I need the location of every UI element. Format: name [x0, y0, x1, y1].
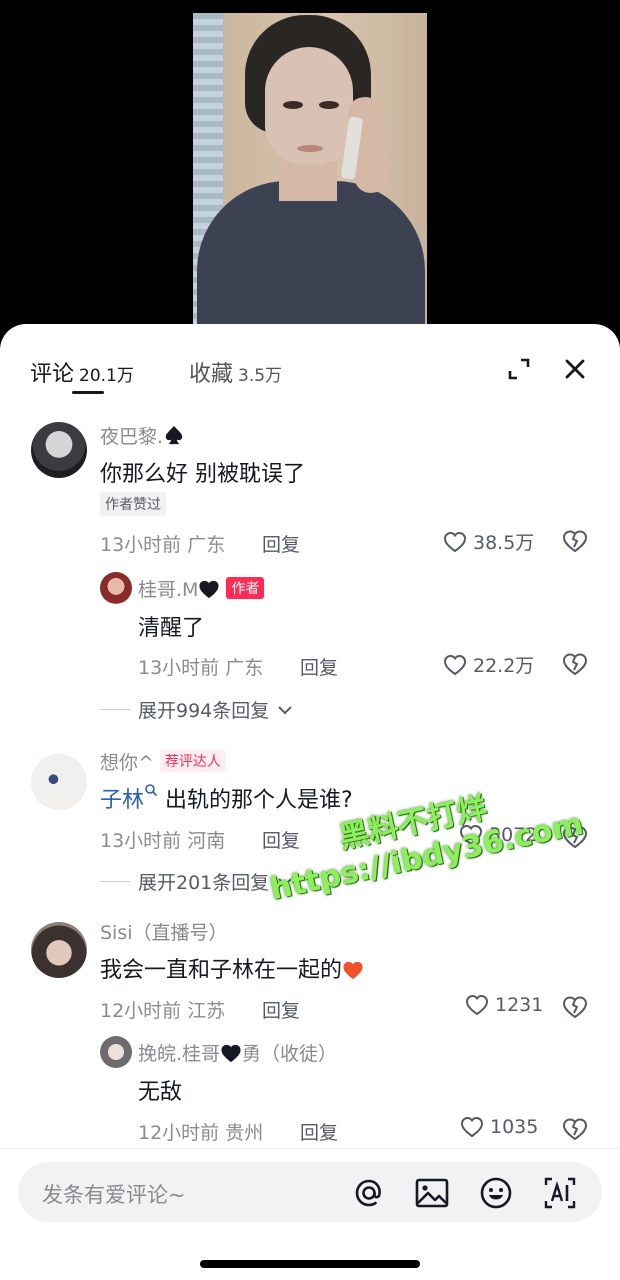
comment-username[interactable]: Sisi（直播号） — [100, 918, 228, 945]
black-heart-icon — [221, 1044, 241, 1063]
heart-outline-icon — [460, 1116, 484, 1138]
reply-button[interactable]: 回复 — [262, 530, 300, 557]
tab-comments[interactable]: 评论 20.1万 — [30, 356, 134, 388]
author-badge: 作者 — [226, 577, 265, 599]
dislike-icon[interactable] — [562, 528, 588, 554]
comment-meta: 13小时前 河南 — [100, 830, 226, 852]
comment-username[interactable]: 夜巴黎. — [100, 422, 185, 449]
emoji-icon[interactable] — [478, 1175, 514, 1211]
comment-username[interactable]: 想你^ 荐评达人 — [100, 748, 226, 775]
search-icon — [145, 784, 158, 797]
image-icon[interactable] — [414, 1175, 450, 1211]
tab-favorites-count: 3.5万 — [238, 366, 283, 386]
avatar[interactable] — [100, 572, 132, 604]
spade-icon — [165, 425, 183, 445]
red-heart-emoji — [343, 961, 363, 980]
reply-meta: 13小时前 广东 — [138, 657, 264, 679]
comment-text: 子林 出轨的那个人是谁? — [100, 782, 353, 814]
avatar[interactable] — [31, 754, 87, 810]
comment-meta: 12小时前 江苏 — [100, 1000, 226, 1022]
comment-input[interactable]: 发条有爱评论~ — [18, 1162, 602, 1222]
like-count: 3072 — [489, 824, 538, 846]
reply-username[interactable]: 桂哥.M 作者 — [138, 575, 265, 602]
dislike-icon[interactable] — [562, 824, 588, 850]
tab-active-indicator — [72, 391, 104, 394]
heart-outline-icon — [443, 531, 467, 552]
like-button[interactable]: 22.2万 — [443, 651, 534, 678]
expand-replies-label: 展开201条回复 — [138, 872, 270, 894]
reply-username[interactable]: 挽皖.桂哥 勇（收徒） — [138, 1039, 337, 1066]
expand-replies-button[interactable]: 展开994条回复 — [100, 696, 295, 723]
tab-comments-label: 评论 — [30, 362, 75, 387]
reply-button[interactable]: 回复 — [300, 653, 338, 680]
dislike-icon[interactable] — [562, 994, 588, 1020]
black-heart-icon — [199, 580, 219, 599]
tab-bar: 评论 20.1万 收藏 3.5万 — [0, 324, 620, 396]
reply-meta: 12小时前 贵州 — [138, 1122, 264, 1144]
heart-outline-icon — [443, 654, 467, 675]
video-player[interactable] — [0, 0, 620, 340]
avatar[interactable] — [31, 422, 87, 478]
comment-meta: 13小时前 广东 — [100, 534, 226, 556]
avatar[interactable] — [31, 922, 87, 978]
expand-replies-label: 展开994条回复 — [138, 700, 270, 722]
comment-sheet: 评论 20.1万 收藏 3.5万 夜巴黎. 你那么好 别被耽误了 作者赞过 13小时… — [0, 324, 620, 1280]
tab-favorites-label: 收藏 — [189, 362, 234, 387]
video-thumbnail — [193, 13, 427, 340]
chevron-down-icon — [278, 705, 292, 714]
like-count: 1035 — [490, 1116, 539, 1138]
dislike-icon[interactable] — [562, 1116, 588, 1142]
like-count: 22.2万 — [473, 655, 535, 677]
recommend-badge: 荐评达人 — [159, 750, 226, 772]
avatar[interactable] — [100, 1036, 132, 1068]
comment-input-bar: 发条有爱评论~ — [0, 1148, 620, 1280]
mention-link[interactable]: 子林 — [100, 788, 144, 813]
tab-favorites[interactable]: 收藏 3.5万 — [189, 356, 282, 388]
comment-text: 你那么好 别被耽误了 — [100, 462, 305, 487]
reply-button[interactable]: 回复 — [300, 1118, 338, 1145]
tab-comments-count: 20.1万 — [79, 366, 134, 386]
ai-icon[interactable] — [542, 1175, 578, 1211]
home-indicator — [200, 1260, 420, 1268]
comment-input-placeholder: 发条有爱评论~ — [42, 1183, 186, 1207]
dislike-icon[interactable] — [562, 651, 588, 677]
like-count: 1231 — [495, 994, 544, 1016]
expand-replies-button[interactable]: 展开201条回复 — [100, 868, 295, 895]
reply-text: 清醒了 — [138, 616, 205, 641]
like-button[interactable]: 1035 — [460, 1116, 538, 1138]
at-mention-icon[interactable] — [351, 1175, 387, 1211]
reply-button[interactable]: 回复 — [262, 996, 300, 1023]
heart-outline-icon — [465, 994, 489, 1016]
like-button[interactable]: 1231 — [465, 994, 543, 1016]
close-icon[interactable] — [560, 354, 590, 384]
comment-text: 我会一直和子林在一起的 — [100, 952, 364, 984]
like-count: 38.5万 — [473, 532, 535, 554]
reply-text: 无敌 — [138, 1080, 183, 1105]
expand-icon[interactable] — [504, 354, 534, 384]
heart-outline-icon — [459, 824, 483, 846]
like-button[interactable]: 38.5万 — [443, 528, 534, 555]
reply-button[interactable]: 回复 — [262, 826, 300, 853]
chevron-down-icon — [278, 877, 292, 886]
author-liked-badge: 作者赞过 — [100, 492, 166, 516]
like-button[interactable]: 3072 — [459, 824, 537, 846]
